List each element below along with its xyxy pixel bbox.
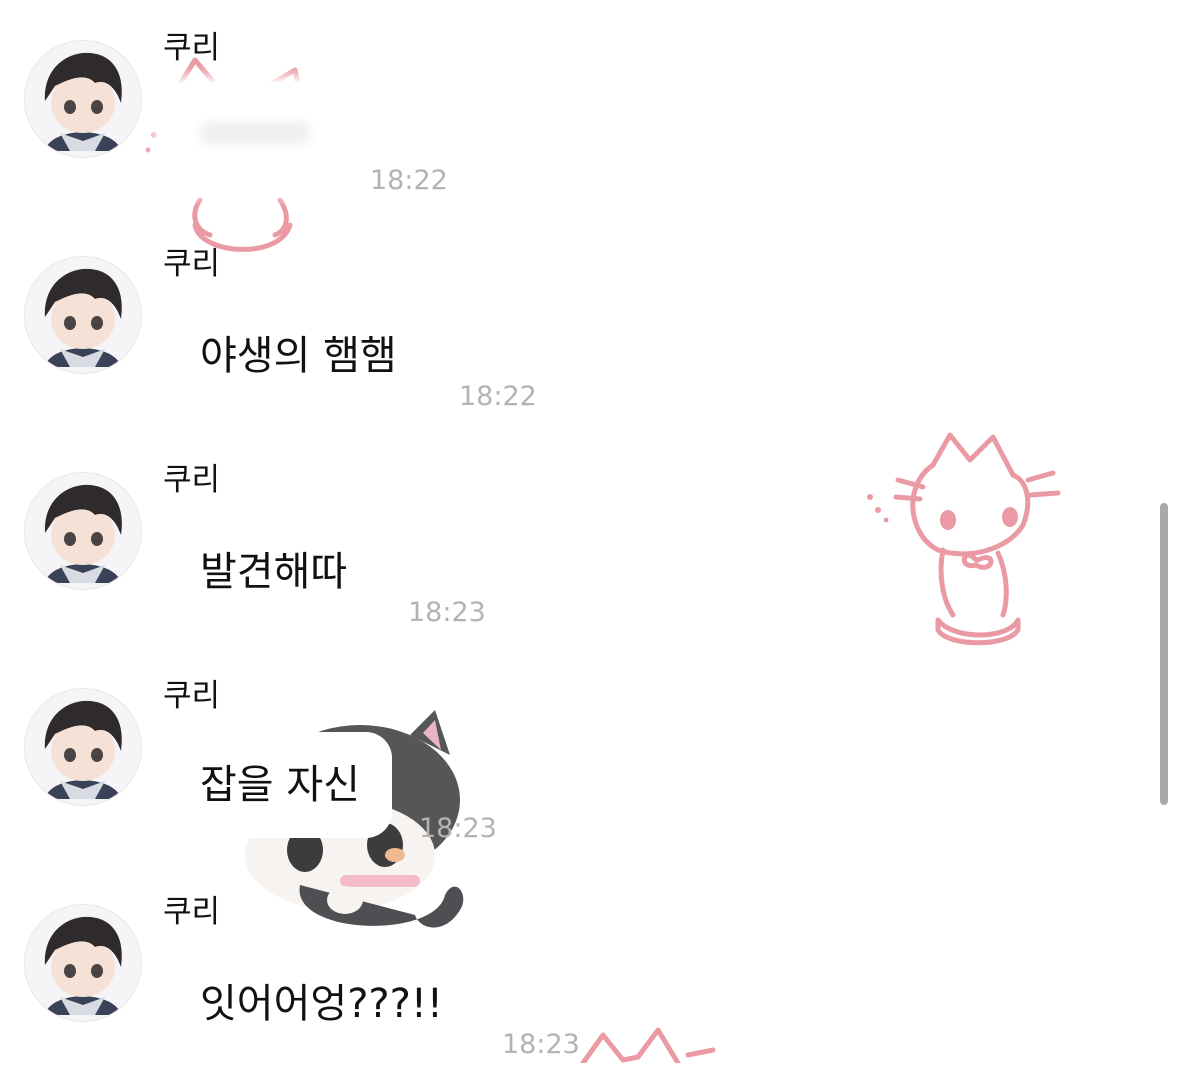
- message-timestamp: 18:22: [370, 165, 448, 196]
- message-row: 쿠리 잡을 자신 18:23: [0, 648, 1179, 864]
- profile-avatar-icon[interactable]: [24, 688, 142, 806]
- message-row: 쿠리 잇어어엉???!! 18:23: [0, 864, 1179, 1080]
- message-timestamp: 18:23: [419, 813, 497, 844]
- profile-avatar-icon[interactable]: [24, 256, 142, 374]
- sender-name: 쿠리: [163, 462, 221, 498]
- message-bubble[interactable]: 잇어어엉???!!: [168, 954, 475, 1054]
- message-bubble[interactable]: 야생의 햄햄: [168, 306, 429, 406]
- message-row: 쿠리 야생의 햄햄 18:22: [0, 216, 1179, 432]
- message-timestamp: 18:22: [459, 381, 537, 412]
- message-row: 쿠리 18:22: [0, 0, 1179, 216]
- message-timestamp: 18:23: [502, 1029, 580, 1060]
- scrollbar[interactable]: [1160, 503, 1168, 805]
- profile-avatar-icon[interactable]: [24, 904, 142, 1022]
- message-bubble-redacted[interactable]: [160, 82, 330, 190]
- sender-name: 쿠리: [163, 678, 221, 714]
- profile-avatar-icon[interactable]: [24, 472, 142, 590]
- message-bubble[interactable]: 발견해따: [168, 522, 380, 622]
- message-bubble[interactable]: 잡을 자신: [168, 732, 392, 838]
- sender-name: 쿠리: [163, 30, 221, 66]
- message-timestamp: 18:23: [408, 597, 486, 628]
- sender-name: 쿠리: [163, 246, 221, 282]
- message-row: 쿠리 발견해따 18:23: [0, 432, 1179, 648]
- sender-name: 쿠리: [163, 894, 221, 930]
- profile-avatar-icon[interactable]: [24, 40, 142, 158]
